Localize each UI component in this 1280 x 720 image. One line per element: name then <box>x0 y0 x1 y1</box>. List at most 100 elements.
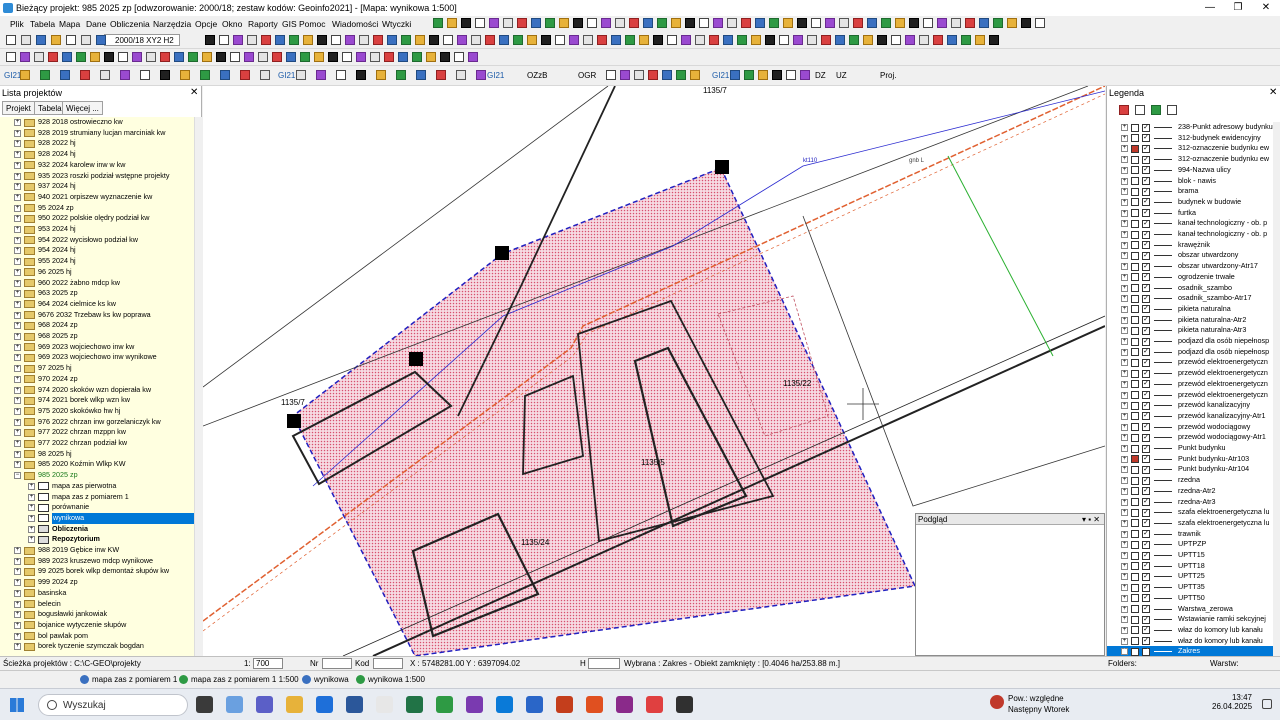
layer-visible-checkbox[interactable]: ✓ <box>1142 358 1150 367</box>
top-tool-icon[interactable] <box>1007 18 1017 28</box>
top-tool-icon[interactable] <box>503 18 513 28</box>
tree-item[interactable]: +985 2020 Koźmin Wlkp KW <box>0 459 194 470</box>
edit-tool-icon[interactable] <box>807 35 817 45</box>
expand-icon[interactable]: + <box>14 183 21 191</box>
legend-item[interactable]: + ✓ podjazd dla osób niepełnosp <box>1107 347 1273 358</box>
expand-icon[interactable]: + <box>1121 552 1128 559</box>
edit-tool-icon[interactable] <box>723 35 733 45</box>
expand-icon[interactable]: + <box>28 493 35 501</box>
layer-lock-checkbox[interactable] <box>1131 412 1139 421</box>
gi21-d-tool-icon[interactable] <box>772 70 782 80</box>
edit-tool-icon[interactable] <box>989 35 999 45</box>
edit-tool-icon[interactable] <box>667 35 677 45</box>
layer-visible-checkbox[interactable]: ✓ <box>1142 316 1150 325</box>
legend-item[interactable]: + ✓ przewód elektroenergetyczn <box>1107 357 1273 368</box>
expand-icon[interactable]: + <box>14 547 21 554</box>
expand-icon[interactable]: + <box>14 397 21 405</box>
layer-visible-checkbox[interactable]: ✓ <box>1142 433 1150 442</box>
expand-icon[interactable]: + <box>1121 380 1128 388</box>
top-tool-icon[interactable] <box>587 18 597 28</box>
top-tool-icon[interactable] <box>769 18 779 28</box>
top-tool-icon[interactable] <box>839 18 849 28</box>
menu-obliczenia[interactable]: Obliczenia <box>110 19 150 29</box>
layer-visible-checkbox[interactable]: ✓ <box>1142 626 1150 635</box>
layer-visible-checkbox[interactable]: ✓ <box>1142 369 1150 378</box>
taskbar-app-icon[interactable] <box>256 696 273 713</box>
edit-tool-icon[interactable] <box>653 35 663 45</box>
layer-visible-checkbox[interactable]: ✓ <box>1142 465 1150 474</box>
expand-icon[interactable]: + <box>1121 412 1128 420</box>
menu-dane[interactable]: Dane <box>86 19 106 29</box>
layer-lock-checkbox[interactable] <box>1131 284 1139 292</box>
draw-tool-icon[interactable] <box>160 52 170 62</box>
top-tool-icon[interactable] <box>433 18 443 28</box>
layer-lock-checkbox[interactable] <box>1131 572 1139 581</box>
taskbar-app-icon[interactable] <box>556 696 573 713</box>
layer-visible-checkbox[interactable]: ✓ <box>1142 444 1150 453</box>
layer-lock-checkbox[interactable] <box>1131 294 1139 303</box>
layer-lock-checkbox[interactable] <box>1131 637 1139 646</box>
top-tool-icon[interactable] <box>1021 18 1031 28</box>
top-tool-icon[interactable] <box>937 18 947 28</box>
draw-tool-icon[interactable] <box>440 52 450 62</box>
edit-tool-icon[interactable] <box>737 35 747 45</box>
draw-tool-icon[interactable] <box>342 52 352 62</box>
expand-icon[interactable]: + <box>14 440 21 447</box>
layer-visible-checkbox[interactable]: ✓ <box>1142 594 1150 603</box>
legend-close-icon[interactable]: ✕ <box>1269 87 1277 98</box>
layer-lock-checkbox[interactable] <box>1131 540 1139 549</box>
layer-lock-checkbox[interactable] <box>1131 519 1139 528</box>
top-tool-icon[interactable] <box>923 18 933 28</box>
layer-visible-checkbox[interactable]: ✓ <box>1142 583 1150 592</box>
legend-item[interactable]: + ✓ obszar utwardzony <box>1107 250 1273 261</box>
file-tool-icon[interactable] <box>6 35 16 45</box>
expand-icon[interactable]: + <box>14 258 21 266</box>
expand-icon[interactable]: + <box>1121 541 1128 549</box>
edit-tool-icon[interactable] <box>415 35 425 45</box>
legend-scrollbar[interactable] <box>1273 122 1280 656</box>
legend-item[interactable]: + ✓ budynek w budowie <box>1107 197 1273 208</box>
expand-icon[interactable]: + <box>1121 605 1128 613</box>
draw-tool-icon[interactable] <box>62 52 72 62</box>
layer-visible-checkbox[interactable]: ✓ <box>1142 144 1150 153</box>
tree-item[interactable]: +969 2023 wojciechowo inw wynikowe <box>0 352 194 363</box>
edit-tool-icon[interactable] <box>835 35 845 45</box>
top-tool-icon[interactable] <box>909 18 919 28</box>
edit-tool-icon[interactable] <box>821 35 831 45</box>
expand-icon[interactable]: + <box>14 579 21 587</box>
layer-lock-checkbox[interactable] <box>1131 230 1139 239</box>
edit-tool-icon[interactable] <box>919 35 929 45</box>
top-tool-icon[interactable] <box>615 18 625 28</box>
gi21-a-tool-icon[interactable] <box>220 70 230 80</box>
expand-icon[interactable]: + <box>14 343 21 351</box>
layer-lock-checkbox[interactable] <box>1131 305 1139 314</box>
taskbar-app-icon[interactable] <box>346 696 363 713</box>
expand-icon[interactable]: + <box>14 333 21 340</box>
expand-icon[interactable]: + <box>1121 370 1128 378</box>
menu-narzedzia[interactable]: Narzędzia <box>153 19 191 29</box>
tree-item[interactable]: +999 2024 zp <box>0 577 194 588</box>
expand-icon[interactable]: + <box>14 268 21 276</box>
tree-item[interactable]: +969 2023 wojciechowo inw kw <box>0 342 194 353</box>
top-tool-icon[interactable] <box>531 18 541 28</box>
layer-visible-checkbox[interactable]: ✓ <box>1142 508 1150 517</box>
layer-visible-checkbox[interactable]: ✓ <box>1142 337 1150 346</box>
layer-visible-checkbox[interactable]: ✓ <box>1142 123 1150 132</box>
edit-tool-icon[interactable] <box>583 35 593 45</box>
legend-item[interactable]: + ✓ 312-oznaczenie budynku ew <box>1107 143 1273 154</box>
layer-visible-checkbox[interactable]: ✓ <box>1142 455 1150 464</box>
file-tool-icon[interactable] <box>36 35 46 45</box>
layer-lock-checkbox[interactable] <box>1131 380 1139 389</box>
layer-visible-checkbox[interactable]: ✓ <box>1142 412 1150 421</box>
tree-item[interactable]: + mapa zas z pomiarem 1 <box>0 492 194 503</box>
expand-icon[interactable]: + <box>14 365 21 373</box>
gi21-a-tool-icon[interactable] <box>40 70 50 80</box>
menu-gis[interactable]: GIS <box>282 19 297 29</box>
gi21-b-tool-icon[interactable] <box>296 70 306 80</box>
layer-lock-checkbox[interactable] <box>1131 348 1139 357</box>
layer-visible-checkbox[interactable]: ✓ <box>1142 262 1150 271</box>
edit-tool-icon[interactable] <box>975 35 985 45</box>
legend-item[interactable]: + ✓ UPTT35 <box>1107 582 1273 593</box>
tree-item[interactable]: +950 2022 polskie olędry podział kw <box>0 213 194 224</box>
ogr-dropdown[interactable]: OGR <box>578 71 596 80</box>
